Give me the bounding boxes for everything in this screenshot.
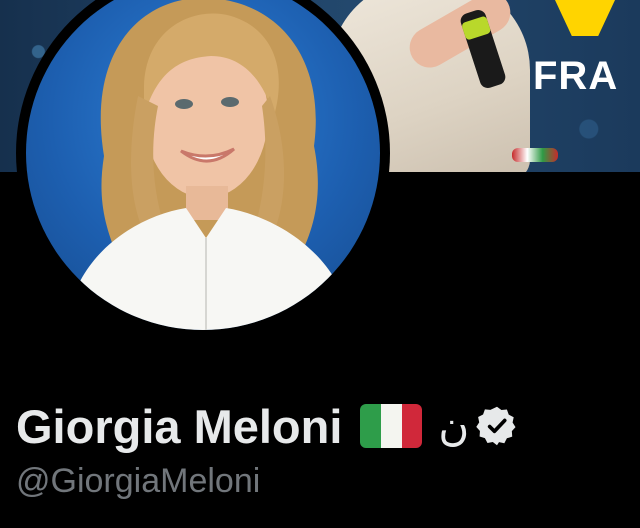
nun-badge-glyph: ن xyxy=(438,401,470,450)
avatar[interactable] xyxy=(26,0,380,330)
verified-badge-icon[interactable] xyxy=(475,404,519,448)
profile-handle: @GiorgiaMeloni xyxy=(16,462,261,500)
banner-bracelet xyxy=(512,148,558,162)
profile-display-name: Giorgia Meloni xyxy=(16,399,343,453)
banner-text: FRA xyxy=(533,54,619,98)
avatar-portrait xyxy=(66,0,352,330)
italy-flag-icon xyxy=(360,404,423,448)
profile-name-row: Giorgia Meloni ن xyxy=(16,398,519,454)
